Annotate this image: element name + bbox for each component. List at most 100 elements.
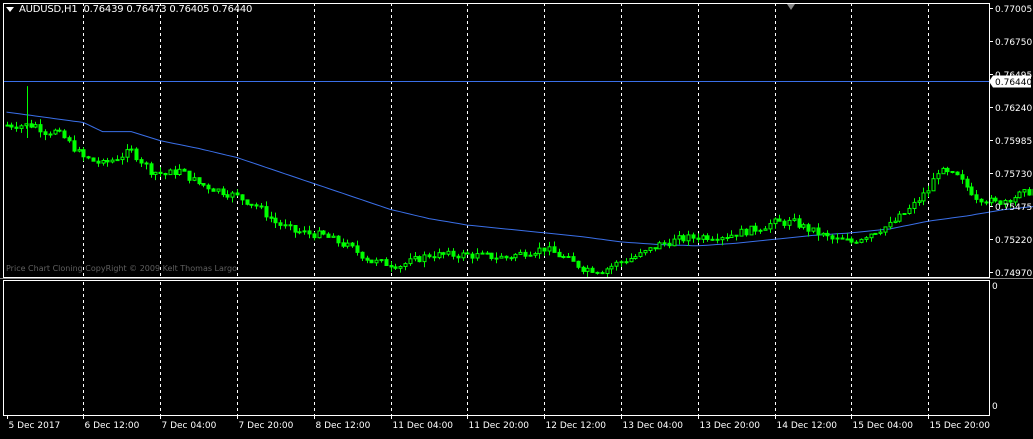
candle-body — [649, 248, 652, 251]
candle-body — [452, 251, 455, 256]
candle-body — [202, 184, 205, 186]
candle-body — [111, 160, 114, 162]
candle-body — [927, 191, 930, 193]
candle-body — [505, 256, 508, 258]
candle-body — [788, 220, 791, 225]
candle-body — [188, 171, 191, 180]
price-tick-label: 0.75220 — [995, 236, 1032, 246]
time-tick-label: 5 Dec 2017 — [9, 421, 61, 431]
candle-body — [519, 252, 522, 254]
candle-body — [126, 150, 129, 158]
candle-body — [92, 158, 95, 161]
candle — [212, 188, 215, 191]
candle-body — [174, 170, 177, 175]
candle-body — [30, 124, 33, 127]
candle-body — [327, 234, 330, 237]
candle-body — [946, 168, 949, 171]
candle — [370, 260, 373, 263]
candle-body — [846, 239, 849, 240]
candle-body — [913, 202, 916, 208]
candle-body — [865, 238, 868, 240]
candle-body — [270, 217, 273, 218]
candle-body — [874, 233, 877, 234]
candle-body — [145, 163, 148, 164]
candle-body — [303, 231, 306, 232]
candle — [135, 147, 138, 162]
price-tick-label: 0.76750 — [995, 38, 1032, 48]
candle-body — [1028, 190, 1031, 195]
candle-body — [726, 238, 729, 239]
candle-body — [903, 214, 906, 215]
candle-body — [562, 257, 565, 258]
candle-body — [447, 251, 450, 254]
chart-window[interactable]: 0.770050.767500.764950.762400.759850.757… — [0, 0, 1033, 435]
chart-canvas[interactable]: 0.770050.767500.764950.762400.759850.757… — [0, 0, 1033, 435]
candle-body — [980, 199, 983, 202]
candle-body — [841, 238, 844, 239]
candle-body — [78, 150, 81, 151]
candle-body — [178, 169, 181, 174]
time-tick-label: 12 Dec 12:00 — [546, 421, 607, 431]
candle-body — [918, 201, 921, 203]
candle-body — [274, 218, 277, 223]
candle — [246, 200, 249, 206]
candle-body — [658, 243, 661, 249]
time-tick-label: 8 Dec 12:00 — [316, 421, 371, 431]
candle-body — [332, 236, 335, 237]
candle — [198, 177, 201, 185]
candle-body — [375, 260, 378, 263]
candle-body — [942, 168, 945, 173]
candle-body — [706, 236, 709, 240]
ohlc-label: 0.76439 0.76473 0.76405 0.76440 — [83, 4, 252, 15]
time-tick-label: 11 Dec 04:00 — [393, 421, 454, 431]
candle-body — [1014, 198, 1017, 202]
candle-body — [366, 258, 369, 260]
candle — [860, 238, 863, 243]
candle-body — [783, 221, 786, 225]
candle-body — [922, 193, 925, 201]
candle-body — [63, 131, 66, 138]
candle-body — [380, 260, 383, 261]
candle-body — [639, 253, 642, 257]
candle-body — [313, 234, 316, 238]
candle-body — [462, 253, 465, 258]
candle-body — [586, 268, 589, 271]
candle — [1018, 191, 1021, 199]
candle-body — [198, 178, 201, 184]
candle-body — [351, 243, 354, 246]
candle-body — [58, 130, 61, 131]
candle-body — [850, 239, 853, 242]
candle-body — [673, 239, 676, 246]
candle-body — [754, 226, 757, 231]
candle-body — [740, 229, 743, 236]
candle-body — [217, 189, 220, 191]
candle-body — [6, 125, 9, 126]
candle-body — [966, 179, 969, 187]
candle-body — [894, 221, 897, 222]
candle-body — [932, 179, 935, 191]
candle-body — [836, 238, 839, 239]
candle-body — [798, 219, 801, 227]
candle-body — [423, 255, 426, 262]
candle-body — [716, 239, 719, 240]
candle-body — [356, 246, 359, 253]
time-tick-label: 15 Dec 04:00 — [853, 421, 914, 431]
candle-body — [524, 252, 527, 256]
candle-body — [702, 236, 705, 240]
price-axis[interactable]: 0.770050.767500.764950.762400.759850.757… — [989, 5, 1032, 279]
candle-body — [975, 195, 978, 200]
candle-body — [812, 228, 815, 231]
candle-body — [193, 178, 196, 181]
time-tick-label: 11 Dec 20:00 — [469, 421, 530, 431]
candle-body — [361, 252, 364, 258]
candle-body — [870, 234, 873, 238]
candle-body — [130, 149, 133, 150]
candle-body — [385, 260, 388, 266]
collapse-arrow-icon[interactable] — [6, 7, 14, 12]
candle-body — [807, 225, 810, 232]
symbol-label: AUDUSD,H1 — [19, 4, 78, 15]
candle-body — [442, 253, 445, 255]
candle-body — [860, 239, 863, 242]
watermark: Price Chart Cloning CopyRight © 2009 Kel… — [6, 264, 237, 273]
candle-body — [889, 222, 892, 227]
